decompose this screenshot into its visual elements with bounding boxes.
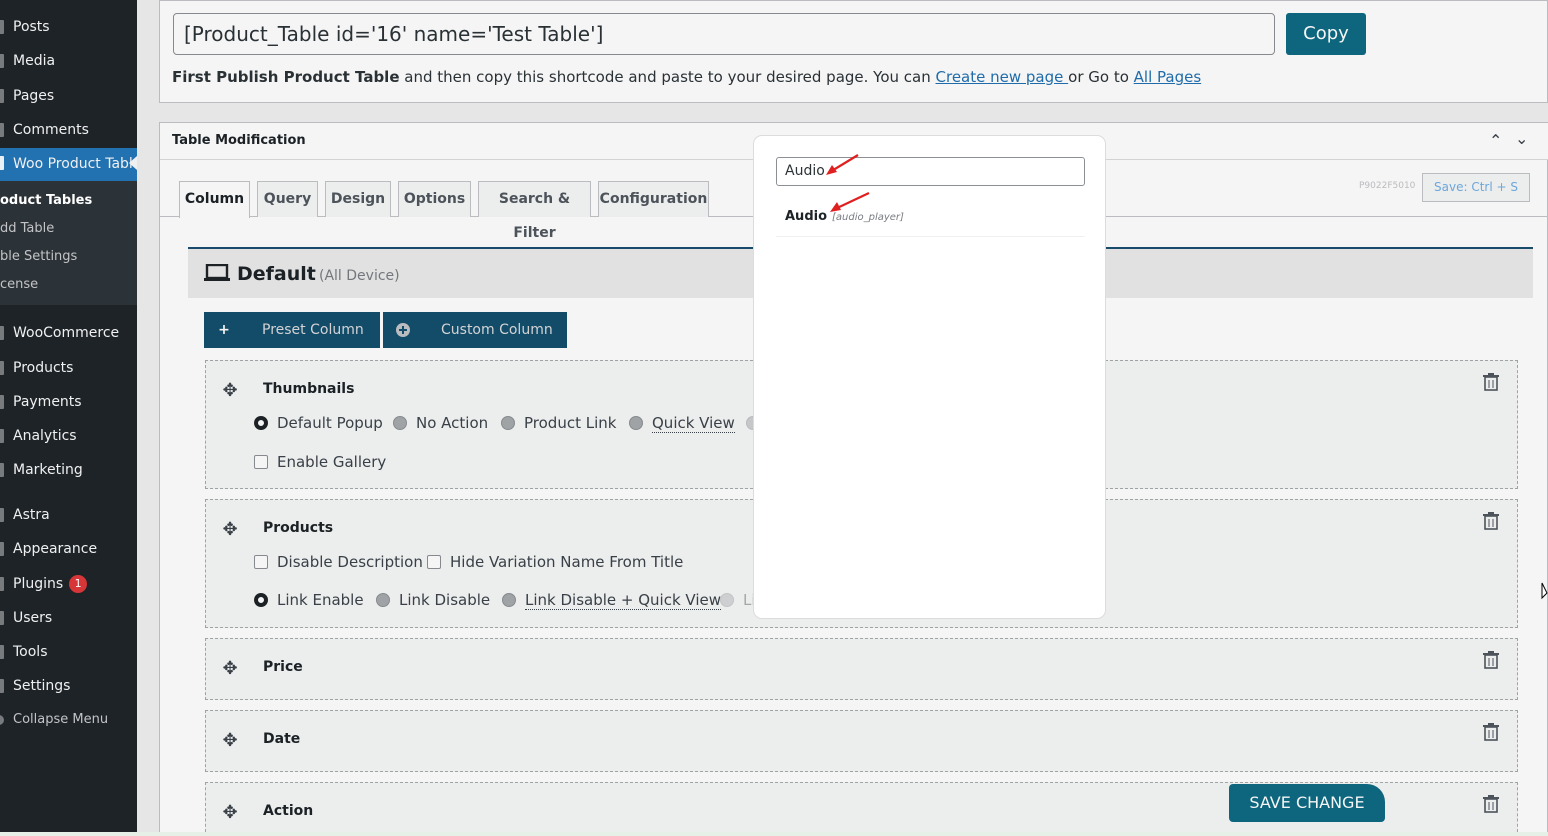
bottom-strip xyxy=(0,832,1548,836)
plugins-label: Plugins xyxy=(13,576,64,592)
collapse-menu-button[interactable]: Collapse Menu xyxy=(0,705,137,735)
comments-icon xyxy=(0,123,4,137)
menu-item-posts[interactable]: Posts xyxy=(0,12,137,42)
update-count-badge: 1 xyxy=(69,575,88,593)
menu-item-woo-product-table[interactable]: Woo Product Table xyxy=(0,148,141,181)
menu-item-appearance[interactable]: Appearance xyxy=(0,534,137,564)
tools-icon xyxy=(0,645,4,659)
submenu-item-license[interactable]: cense xyxy=(0,277,38,292)
woo-product-table-submenu: oduct Tables dd Table ble Settings cense xyxy=(0,181,137,305)
appearance-icon xyxy=(0,542,4,556)
menu-item-users[interactable]: Users xyxy=(0,603,137,633)
submenu-item-table-settings[interactable]: ble Settings xyxy=(0,249,77,264)
media-icon xyxy=(0,54,4,68)
admin-sidebar: Posts Media Pages Comments Woo Product T… xyxy=(0,0,141,836)
collapse-icon xyxy=(0,715,4,725)
menu-item-woocommerce[interactable]: WooCommerce xyxy=(0,318,137,348)
search-result-item[interactable]: Audio [audio_player] xyxy=(776,200,1085,237)
column-search-modal: Audio Audio [audio_player] xyxy=(754,136,1105,618)
menu-item-astra[interactable]: Astra xyxy=(0,500,137,530)
marketing-icon xyxy=(0,463,4,477)
submenu-item-product-tables[interactable]: oduct Tables xyxy=(0,193,92,208)
result-label: Audio xyxy=(785,209,828,224)
posts-icon xyxy=(0,20,4,34)
plugins-icon xyxy=(0,577,4,591)
pages-icon xyxy=(0,89,4,103)
menu-item-pages[interactable]: Pages xyxy=(0,81,137,111)
menu-item-marketing[interactable]: Marketing xyxy=(0,455,137,485)
menu-item-settings[interactable]: Settings xyxy=(0,671,137,701)
submenu-item-add-table[interactable]: dd Table xyxy=(0,221,54,236)
woocommerce-icon xyxy=(0,326,4,340)
products-icon xyxy=(0,361,4,375)
cursor-icon xyxy=(1541,582,1548,600)
settings-icon xyxy=(0,679,4,693)
menu-item-tools[interactable]: Tools xyxy=(0,637,137,667)
table-icon xyxy=(0,156,4,170)
analytics-icon xyxy=(0,429,4,443)
astra-icon xyxy=(0,508,4,522)
menu-item-analytics[interactable]: Analytics xyxy=(0,421,137,451)
menu-item-plugins[interactable]: Plugins 1 xyxy=(0,569,137,599)
menu-item-media[interactable]: Media xyxy=(0,46,137,76)
payments-icon xyxy=(0,395,4,409)
menu-item-comments[interactable]: Comments xyxy=(0,115,137,145)
menu-item-products[interactable]: Products xyxy=(0,353,137,383)
menu-item-payments[interactable]: Payments xyxy=(0,387,137,417)
annotation-arrow-icon xyxy=(830,192,870,212)
annotation-arrow-icon xyxy=(826,154,859,175)
users-icon xyxy=(0,611,4,625)
